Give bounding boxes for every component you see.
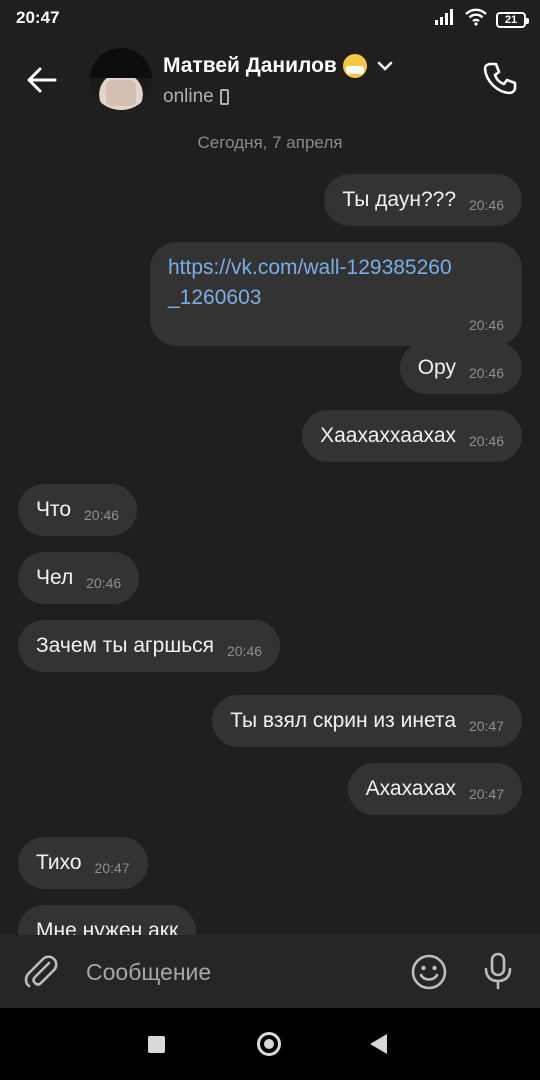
message-time: 20:46 (86, 575, 122, 591)
phone-icon (483, 62, 517, 95)
message-composer (0, 935, 540, 1008)
back-button[interactable] (22, 60, 62, 100)
message-out[interactable]: Ты взял скрин из инета 20:47 (212, 695, 522, 747)
message-out-link[interactable]: https://vk.com/wall-129385260 _1260603 2… (150, 242, 522, 346)
status-icons: 21 (434, 8, 529, 31)
mobile-phone-icon (219, 89, 229, 105)
messages-list[interactable]: Сегодня, 7 апреля Ты даун??? 20:46 https… (0, 122, 540, 935)
signal-icon (434, 9, 456, 30)
back-triangle-icon[interactable] (370, 1034, 387, 1054)
message-time: 20:46 (468, 197, 504, 213)
smiley-icon (411, 954, 447, 990)
mask-emoji-icon (342, 54, 367, 78)
call-button[interactable] (482, 60, 518, 96)
message-text: Ты даун??? (342, 188, 456, 211)
message-in[interactable]: Мне нужен акк (18, 905, 197, 935)
message-text: Мне нужен акк (36, 919, 179, 935)
message-in[interactable]: Тихо 20:47 (18, 837, 148, 889)
message-out[interactable]: Ору 20:46 (399, 342, 522, 394)
avatar[interactable] (90, 48, 152, 110)
avatar-cap (90, 48, 152, 78)
microphone-icon (484, 952, 512, 990)
message-text: Хаахаххаахах (320, 424, 456, 447)
system-nav-bar (0, 1008, 540, 1080)
wifi-icon (464, 8, 488, 31)
message-in[interactable]: Что 20:46 (18, 484, 138, 536)
message-time: 20:46 (226, 643, 263, 659)
contact-name: Матвей Данилов (163, 54, 337, 77)
message-text: Тихо (36, 851, 82, 874)
home-icon[interactable] (257, 1032, 281, 1056)
message-text: Зачем ты агршься (36, 634, 215, 657)
message-in[interactable]: Зачем ты агршься 20:46 (18, 620, 281, 672)
message-out[interactable]: Ахахахах 20:47 (347, 763, 522, 815)
recents-icon[interactable] (148, 1036, 165, 1053)
contact-name-row[interactable]: Матвей Данилов (163, 54, 393, 78)
message-time: 20:47 (94, 860, 130, 876)
contact-status: online (163, 86, 229, 108)
message-text: Чел (36, 566, 74, 589)
message-link-line-1[interactable]: https://vk.com/wall-129385260 (168, 253, 456, 283)
status-bar: 20:47 21 (0, 0, 540, 36)
message-time: 20:46 (84, 507, 120, 523)
arrow-left-icon (27, 67, 57, 93)
message-time: 20:46 (468, 365, 504, 381)
message-out[interactable]: Ты даун??? 20:46 (324, 174, 522, 226)
attach-button[interactable] (22, 953, 60, 991)
message-input[interactable] (86, 955, 386, 989)
status-text: online (163, 86, 214, 107)
battery-icon: 21 (496, 11, 529, 28)
microphone-button[interactable] (480, 951, 516, 991)
message-time: 20:47 (468, 786, 504, 802)
message-time: 20:46 (468, 317, 504, 333)
date-separator: Сегодня, 7 апреля (197, 133, 343, 152)
emoji-button[interactable] (410, 953, 448, 991)
chat-header: Матвей Данилов online (0, 36, 540, 122)
chevron-down-icon (377, 61, 393, 71)
message-text: Что (36, 498, 72, 521)
message-link-line-2[interactable]: _1260603 (168, 283, 456, 335)
avatar-face (106, 80, 136, 106)
message-text: Ты взял скрин из инета (230, 709, 456, 732)
message-out[interactable]: Хаахаххаахах 20:46 (302, 410, 522, 462)
message-text: Ахахахах (365, 777, 456, 800)
message-time: 20:47 (468, 718, 504, 734)
paperclip-icon (24, 955, 58, 988)
message-text: Ору (417, 356, 456, 379)
status-time: 20:47 (16, 8, 60, 27)
message-time: 20:46 (468, 433, 504, 449)
message-in[interactable]: Чел 20:46 (18, 552, 140, 604)
